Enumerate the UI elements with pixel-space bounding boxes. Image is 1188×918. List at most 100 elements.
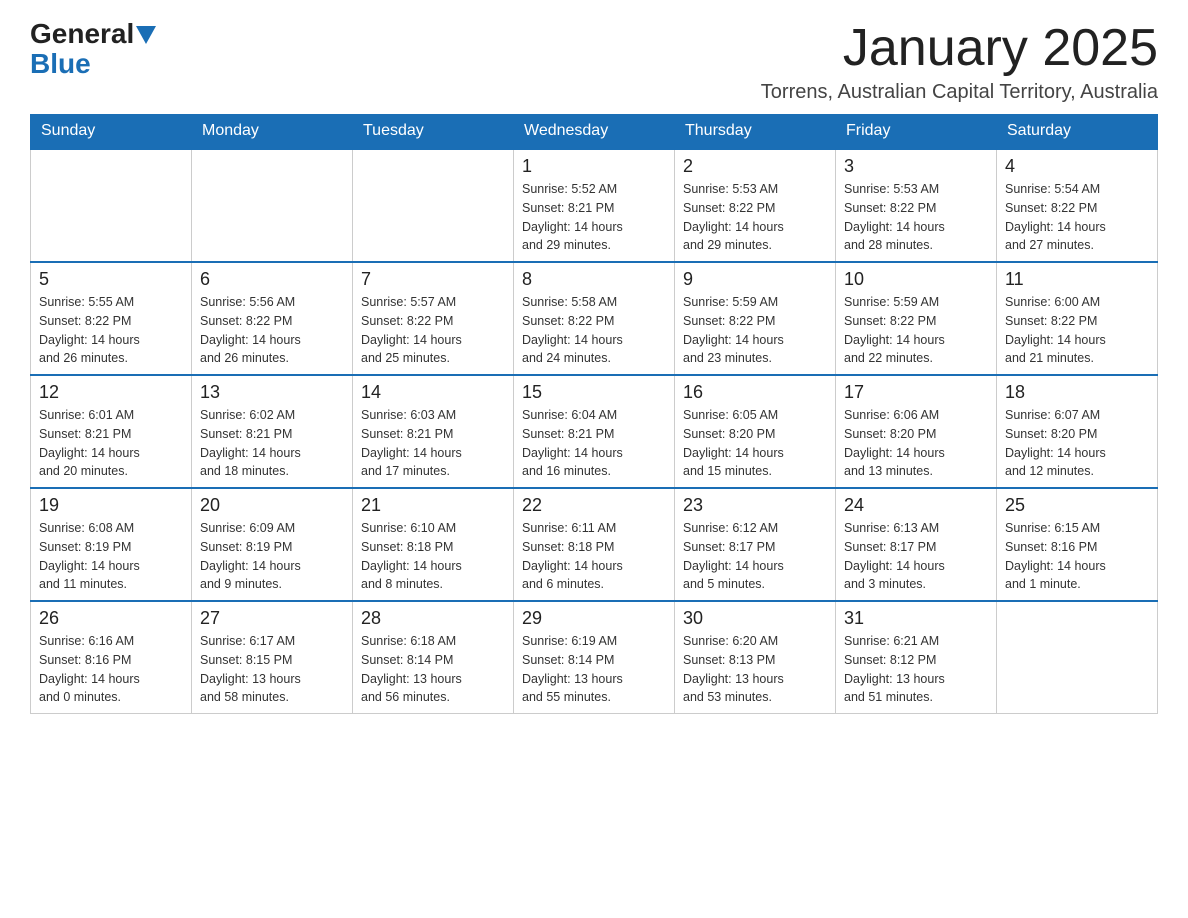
calendar-header-row: SundayMondayTuesdayWednesdayThursdayFrid…: [31, 114, 1158, 149]
day-number: 6: [200, 269, 344, 290]
day-number: 23: [683, 495, 827, 516]
month-title: January 2025: [761, 20, 1158, 77]
day-number: 31: [844, 608, 988, 629]
calendar-cell: 16 Sunrise: 6:05 AM Sunset: 8:20 PM Dayli…: [675, 375, 836, 488]
logo: General Blue: [30, 20, 156, 80]
day-number: 28: [361, 608, 505, 629]
day-number: 30: [683, 608, 827, 629]
calendar-header-wednesday: Wednesday: [514, 114, 675, 149]
day-number: 5: [39, 269, 183, 290]
calendar-cell: 25Sunrise: 6:15 AM Sunset: 8:16 PM Dayli…: [997, 488, 1158, 601]
calendar-cell: 4 Sunrise: 5:54 AM Sunset: 8:22 PM Daylig…: [997, 149, 1158, 262]
day-info: Sunrise: 6:21 AM Sunset: 8:12 PM Dayligh…: [844, 632, 988, 707]
calendar-cell: 26 Sunrise: 6:16 AM Sunset: 8:16 PM Dayli…: [31, 601, 192, 714]
calendar-header-sunday: Sunday: [31, 114, 192, 149]
day-number: 19: [39, 495, 183, 516]
day-info: Sunrise: 6:17 AM Sunset: 8:15 PM Dayligh…: [200, 632, 344, 707]
day-info: Sunrise: 5:59 AM Sunset: 8:22 PM Dayligh…: [683, 293, 827, 368]
day-number: 11: [1005, 269, 1149, 290]
day-info: Sunrise: 6:05 AM Sunset: 8:20 PM Dayligh…: [683, 406, 827, 481]
day-info: Sunrise: 6:16 AM Sunset: 8:16 PM Dayligh…: [39, 632, 183, 707]
calendar-cell: [997, 601, 1158, 714]
calendar-cell: 19 Sunrise: 6:08 AM Sunset: 8:19 PM Dayli…: [31, 488, 192, 601]
header: General Blue January 2025 Torrens, Austr…: [30, 20, 1158, 104]
day-number: 16: [683, 382, 827, 403]
calendar-header-saturday: Saturday: [997, 114, 1158, 149]
calendar-cell: [192, 149, 353, 262]
day-info: Sunrise: 5:53 AM Sunset: 8:22 PM Dayligh…: [844, 180, 988, 255]
day-info: Sunrise: 5:59 AM Sunset: 8:22 PM Dayligh…: [844, 293, 988, 368]
calendar-cell: 6 Sunrise: 5:56 AM Sunset: 8:22 PM Daylig…: [192, 262, 353, 375]
day-info: Sunrise: 6:07 AM Sunset: 8:20 PM Dayligh…: [1005, 406, 1149, 481]
calendar-cell: 12 Sunrise: 6:01 AM Sunset: 8:21 PM Dayli…: [31, 375, 192, 488]
calendar-cell: 31 Sunrise: 6:21 AM Sunset: 8:12 PM Dayli…: [836, 601, 997, 714]
calendar-cell: 22Sunrise: 6:11 AM Sunset: 8:18 PM Dayli…: [514, 488, 675, 601]
day-info: Sunrise: 6:18 AM Sunset: 8:14 PM Dayligh…: [361, 632, 505, 707]
day-info: Sunrise: 5:57 AM Sunset: 8:22 PM Dayligh…: [361, 293, 505, 368]
logo-triangle-icon: [136, 26, 156, 44]
day-info: Sunrise: 5:54 AM Sunset: 8:22 PM Dayligh…: [1005, 180, 1149, 255]
day-number: 13: [200, 382, 344, 403]
day-number: 14: [361, 382, 505, 403]
day-number: 26: [39, 608, 183, 629]
day-info: Sunrise: 6:08 AM Sunset: 8:19 PM Dayligh…: [39, 519, 183, 594]
calendar-cell: 21Sunrise: 6:10 AM Sunset: 8:18 PM Dayli…: [353, 488, 514, 601]
day-info: Sunrise: 5:52 AM Sunset: 8:21 PM Dayligh…: [522, 180, 666, 255]
calendar-cell: 8 Sunrise: 5:58 AM Sunset: 8:22 PM Daylig…: [514, 262, 675, 375]
day-number: 18: [1005, 382, 1149, 403]
calendar-cell: 20 Sunrise: 6:09 AM Sunset: 8:19 PM Dayli…: [192, 488, 353, 601]
calendar-cell: 14 Sunrise: 6:03 AM Sunset: 8:21 PM Dayli…: [353, 375, 514, 488]
calendar-cell: 1 Sunrise: 5:52 AM Sunset: 8:21 PM Daylig…: [514, 149, 675, 262]
calendar-cell: 28 Sunrise: 6:18 AM Sunset: 8:14 PM Dayli…: [353, 601, 514, 714]
calendar-header-monday: Monday: [192, 114, 353, 149]
calendar-cell: 18 Sunrise: 6:07 AM Sunset: 8:20 PM Dayli…: [997, 375, 1158, 488]
calendar-cell: [353, 149, 514, 262]
calendar-cell: 29Sunrise: 6:19 AM Sunset: 8:14 PM Dayli…: [514, 601, 675, 714]
day-info: Sunrise: 5:56 AM Sunset: 8:22 PM Dayligh…: [200, 293, 344, 368]
day-info: Sunrise: 6:20 AM Sunset: 8:13 PM Dayligh…: [683, 632, 827, 707]
day-number: 27: [200, 608, 344, 629]
day-number: 20: [200, 495, 344, 516]
day-number: 1: [522, 156, 666, 177]
day-number: 8: [522, 269, 666, 290]
day-number: 24: [844, 495, 988, 516]
day-info: Sunrise: 6:03 AM Sunset: 8:21 PM Dayligh…: [361, 406, 505, 481]
calendar-cell: 23 Sunrise: 6:12 AM Sunset: 8:17 PM Dayli…: [675, 488, 836, 601]
calendar-cell: 11 Sunrise: 6:00 AM Sunset: 8:22 PM Dayli…: [997, 262, 1158, 375]
calendar-cell: 9 Sunrise: 5:59 AM Sunset: 8:22 PM Daylig…: [675, 262, 836, 375]
calendar-cell: 13Sunrise: 6:02 AM Sunset: 8:21 PM Dayli…: [192, 375, 353, 488]
day-number: 2: [683, 156, 827, 177]
calendar-header-thursday: Thursday: [675, 114, 836, 149]
calendar-header-tuesday: Tuesday: [353, 114, 514, 149]
day-info: Sunrise: 6:09 AM Sunset: 8:19 PM Dayligh…: [200, 519, 344, 594]
calendar-week-row: 5 Sunrise: 5:55 AM Sunset: 8:22 PM Daylig…: [31, 262, 1158, 375]
calendar-cell: 30 Sunrise: 6:20 AM Sunset: 8:13 PM Dayli…: [675, 601, 836, 714]
day-number: 25: [1005, 495, 1149, 516]
day-info: Sunrise: 5:53 AM Sunset: 8:22 PM Dayligh…: [683, 180, 827, 255]
day-number: 21: [361, 495, 505, 516]
day-number: 3: [844, 156, 988, 177]
day-number: 9: [683, 269, 827, 290]
day-number: 7: [361, 269, 505, 290]
calendar-cell: 3 Sunrise: 5:53 AM Sunset: 8:22 PM Daylig…: [836, 149, 997, 262]
day-info: Sunrise: 6:13 AM Sunset: 8:17 PM Dayligh…: [844, 519, 988, 594]
day-info: Sunrise: 5:55 AM Sunset: 8:22 PM Dayligh…: [39, 293, 183, 368]
logo-general-text: General: [30, 20, 134, 48]
day-number: 12: [39, 382, 183, 403]
calendar-week-row: 19 Sunrise: 6:08 AM Sunset: 8:19 PM Dayli…: [31, 488, 1158, 601]
day-info: Sunrise: 6:12 AM Sunset: 8:17 PM Dayligh…: [683, 519, 827, 594]
logo-blue-text: Blue: [30, 48, 91, 80]
calendar-header-friday: Friday: [836, 114, 997, 149]
calendar-cell: 10Sunrise: 5:59 AM Sunset: 8:22 PM Dayli…: [836, 262, 997, 375]
day-info: Sunrise: 5:58 AM Sunset: 8:22 PM Dayligh…: [522, 293, 666, 368]
day-info: Sunrise: 6:00 AM Sunset: 8:22 PM Dayligh…: [1005, 293, 1149, 368]
day-info: Sunrise: 6:19 AM Sunset: 8:14 PM Dayligh…: [522, 632, 666, 707]
calendar-week-row: 26 Sunrise: 6:16 AM Sunset: 8:16 PM Dayli…: [31, 601, 1158, 714]
day-number: 15: [522, 382, 666, 403]
day-number: 4: [1005, 156, 1149, 177]
day-info: Sunrise: 6:01 AM Sunset: 8:21 PM Dayligh…: [39, 406, 183, 481]
calendar-cell: 17Sunrise: 6:06 AM Sunset: 8:20 PM Dayli…: [836, 375, 997, 488]
calendar-cell: 27 Sunrise: 6:17 AM Sunset: 8:15 PM Dayli…: [192, 601, 353, 714]
calendar-cell: [31, 149, 192, 262]
location-title: Torrens, Australian Capital Territory, A…: [761, 81, 1158, 104]
